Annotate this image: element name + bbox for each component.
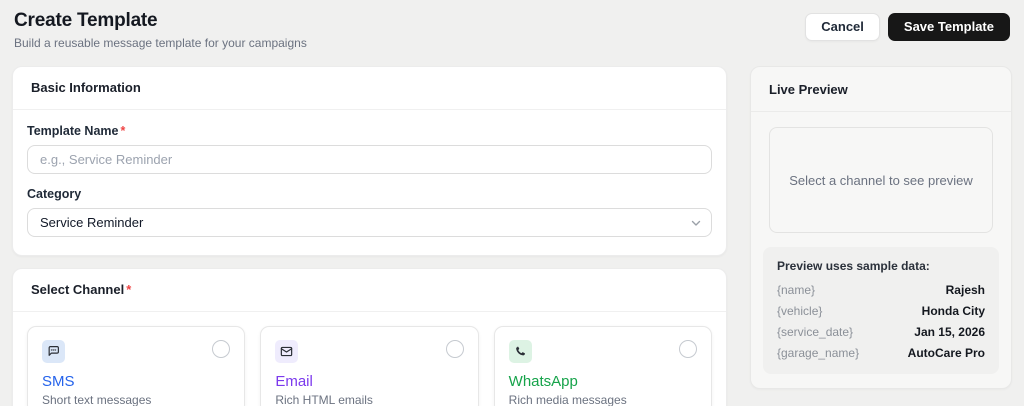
select-channel-heading-text: Select Channel [31,282,125,297]
basic-information-body: Template Name* Category Service Reminder [13,110,726,255]
page-header: Create Template Build a reusable message… [12,10,1012,50]
live-preview-heading: Live Preview [769,82,848,97]
category-field: Category Service Reminder [27,187,712,237]
sample-data-heading: Preview uses sample data: [777,259,930,273]
sample-value: Rajesh [945,283,985,297]
channel-grid: SMS Short text messages Email Rich HTML … [27,326,712,406]
channel-card-top [42,340,231,363]
sample-value: AutoCare Pro [907,346,985,360]
form-column: Basic Information Template Name* Categor… [12,66,727,406]
create-template-page: Create Template Build a reusable message… [0,0,1024,406]
required-asterisk: * [120,124,126,138]
content-columns: Basic Information Template Name* Categor… [12,66,1012,406]
page-header-text: Create Template Build a reusable message… [14,10,307,50]
radio-button-sms[interactable] [212,340,231,358]
template-name-field: Template Name * [27,124,712,174]
sample-value: Honda City [921,304,985,318]
sample-key: {garage_name} [777,346,860,360]
radio-button-whatsapp[interactable] [678,340,697,358]
envelope-icon [275,340,299,363]
sample-data-row: {service_date} Jan 15, 2026 [777,325,985,339]
channel-card-top [275,340,464,363]
channel-description-email: Rich HTML emails [275,393,373,406]
cancel-button[interactable]: Cancel [805,13,880,41]
template-name-label-text: Template Name [27,124,119,138]
channel-description-sms: Short text messages [42,393,152,406]
basic-information-card: Basic Information Template Name* Categor… [12,66,727,256]
phone-icon [508,340,532,363]
channel-card-top [508,340,697,363]
channel-title-email: Email [275,373,313,390]
category-select[interactable]: Service Reminder [27,208,712,237]
channel-description-whatsapp: Rich media messages [508,393,627,406]
save-template-button[interactable]: Save Template [887,13,1010,41]
sample-key: {name} [777,283,816,297]
page-title: Create Template [14,10,158,31]
category-select-wrap: Service Reminder [27,208,712,237]
sample-data-row: {garage_name} AutoCare Pro [777,346,985,360]
select-channel-body: SMS Short text messages Email Rich HTML … [13,312,726,406]
header-actions: Cancel Save Template [805,10,1010,41]
chat-bubble-icon [42,340,65,363]
radio-button-email[interactable] [445,340,464,358]
preview-empty-state: Select a channel to see preview [769,127,993,233]
template-name-input[interactable] [27,145,712,174]
sample-data-row: {name} Rajesh [777,283,985,297]
required-asterisk: * [126,282,132,297]
channel-title-whatsapp: WhatsApp [508,373,578,390]
preview-empty-text: Select a channel to see preview [789,172,973,188]
select-channel-header: Select Channel * [13,269,726,312]
template-name-label: Template Name * [27,124,712,138]
page-subtitle: Build a reusable message template for yo… [14,36,307,50]
select-channel-card: Select Channel * SMS Short text messages… [12,268,727,406]
channel-card-sms[interactable]: SMS Short text messages [27,326,246,406]
channel-card-email[interactable]: Email Rich HTML emails [260,326,479,406]
live-preview-header: Live Preview [751,67,1011,112]
basic-information-header: Basic Information [13,67,726,110]
select-channel-heading: Select Channel * [31,282,131,297]
channel-title-sms: SMS [42,373,75,390]
category-label: Category [27,187,82,201]
sample-key: {service_date} [777,325,854,339]
basic-information-heading: Basic Information [31,80,141,95]
sample-data-row: {vehicle} Honda City [777,304,985,318]
sample-value: Jan 15, 2026 [914,325,985,339]
channel-card-whatsapp[interactable]: WhatsApp Rich media messages [493,326,712,406]
live-preview-card: Live Preview Select a channel to see pre… [750,66,1012,389]
preview-column: Live Preview Select a channel to see pre… [750,66,1012,389]
sample-key: {vehicle} [777,304,823,318]
sample-data-box: Preview uses sample data: {name} Rajesh … [763,247,999,374]
